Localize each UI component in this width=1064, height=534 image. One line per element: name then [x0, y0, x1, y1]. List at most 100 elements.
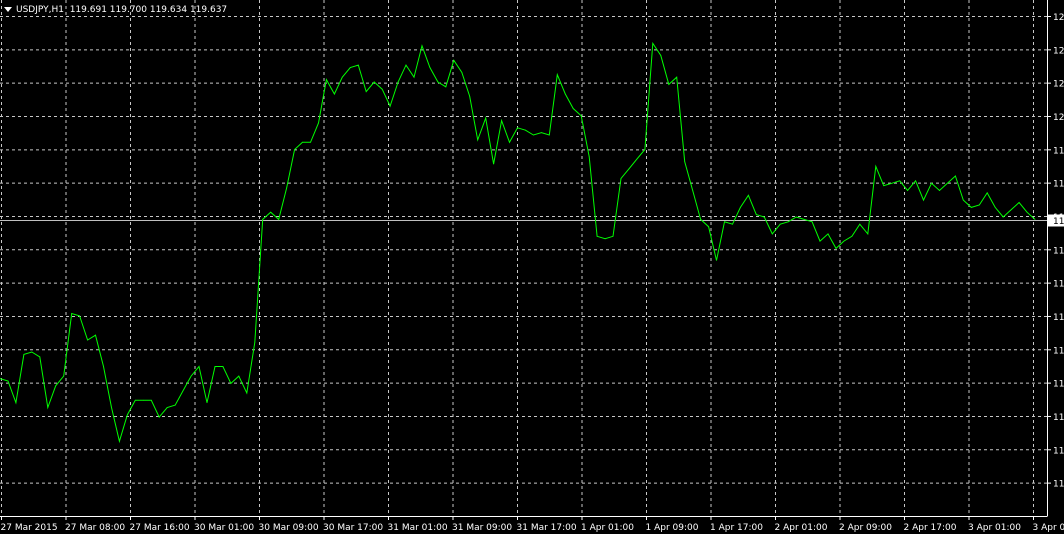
price-point — [150, 399, 152, 401]
y-tick-label: 12 — [1053, 80, 1064, 90]
price-point — [421, 45, 423, 47]
price-point — [748, 194, 749, 196]
price-point — [947, 182, 948, 184]
price-point — [469, 96, 471, 97]
price-point — [970, 207, 972, 208]
price-point — [708, 226, 709, 228]
price-point — [875, 166, 877, 167]
price-point — [302, 141, 303, 143]
price-point — [548, 134, 550, 136]
price-point — [763, 216, 765, 218]
price-point — [158, 416, 160, 418]
price-point — [334, 93, 335, 95]
price-point — [883, 185, 885, 187]
x-tick-label: 27 Mar 2015 — [1, 523, 58, 533]
price-point — [63, 375, 65, 377]
x-tick-label: 27 Mar 16:00 — [130, 523, 190, 533]
price-point — [71, 313, 73, 314]
x-tick-label: 30 Mar 17:00 — [323, 523, 383, 533]
price-point — [87, 339, 88, 341]
y-tick-label: 11 — [1053, 180, 1064, 190]
price-point — [397, 81, 399, 83]
x-tick-label: 30 Mar 09:00 — [259, 523, 319, 533]
price-point — [405, 64, 407, 66]
y-tick-label: 11 — [1053, 380, 1064, 390]
price-point — [795, 216, 797, 218]
price-point — [341, 76, 343, 78]
price-point — [206, 402, 208, 404]
price-point — [899, 180, 901, 182]
price-point — [1026, 211, 1028, 213]
price-point — [564, 93, 566, 95]
symbol-menu-icon[interactable] — [4, 6, 12, 12]
price-point — [55, 385, 57, 387]
price-point — [461, 71, 463, 73]
price-chart[interactable]: 12121212111111111111111111111111 27 Mar … — [0, 0, 1064, 534]
price-point — [732, 223, 733, 225]
price-point — [835, 248, 837, 249]
price-point — [819, 240, 821, 242]
price-point — [867, 233, 869, 235]
price-point — [692, 190, 694, 191]
price-point — [445, 86, 447, 88]
price-point — [533, 134, 534, 136]
price-point — [803, 219, 805, 220]
price-point — [381, 88, 383, 90]
y-tick-label: 11 — [1053, 246, 1064, 256]
price-point — [668, 84, 670, 85]
price-point — [278, 219, 280, 220]
price-point — [39, 356, 41, 358]
price-point — [357, 64, 359, 66]
current-price-label: 11 — [1053, 217, 1064, 227]
price-point — [612, 235, 614, 237]
price-point — [851, 235, 853, 237]
price-point — [373, 81, 375, 83]
price-point — [47, 407, 49, 408]
price-point — [572, 108, 574, 109]
price-point — [262, 219, 264, 220]
price-point — [644, 149, 646, 150]
price-point — [166, 407, 168, 408]
price-point — [716, 260, 717, 261]
price-point — [891, 182, 893, 184]
price-point — [134, 399, 136, 401]
ohlc-values: 119.691 119.700 119.634 119.637 — [69, 5, 228, 15]
price-point — [111, 407, 112, 408]
price-point — [493, 163, 494, 165]
symbol-timeframe: USDJPY,H1 — [16, 5, 64, 15]
x-tick-label: 2 Apr 17:00 — [904, 523, 957, 533]
price-point — [700, 219, 701, 220]
price-point — [652, 43, 654, 44]
price-point — [230, 383, 232, 384]
x-tick-label: 1 Apr 01:00 — [581, 523, 634, 533]
price-point — [556, 74, 558, 76]
x-tick-label: 3 Apr 01:00 — [968, 523, 1021, 533]
price-point — [684, 161, 686, 163]
price-point — [103, 366, 104, 367]
y-tick-label: 11 — [1053, 346, 1064, 356]
price-point — [198, 366, 200, 367]
x-tick-label: 31 Mar 01:00 — [388, 523, 448, 533]
price-point — [429, 67, 431, 68]
price-point — [660, 55, 662, 56]
price-point — [1034, 219, 1036, 220]
price-point — [453, 59, 455, 61]
price-point — [724, 221, 725, 223]
price-point — [931, 182, 932, 184]
price-point — [7, 380, 9, 382]
price-point — [525, 129, 526, 131]
price-point — [620, 178, 622, 179]
price-point — [15, 402, 17, 404]
x-tick-label: 1 Apr 17:00 — [710, 523, 763, 533]
price-point — [238, 375, 240, 377]
price-point — [771, 233, 773, 235]
price-point — [119, 440, 120, 442]
price-point — [962, 199, 964, 201]
price-point — [517, 127, 518, 129]
price-point — [349, 67, 351, 68]
price-point — [31, 351, 33, 353]
price-point — [923, 199, 924, 201]
y-tick-label: 12 — [1053, 46, 1064, 56]
y-tick-label: 11 — [1053, 280, 1064, 290]
price-point — [676, 76, 678, 78]
